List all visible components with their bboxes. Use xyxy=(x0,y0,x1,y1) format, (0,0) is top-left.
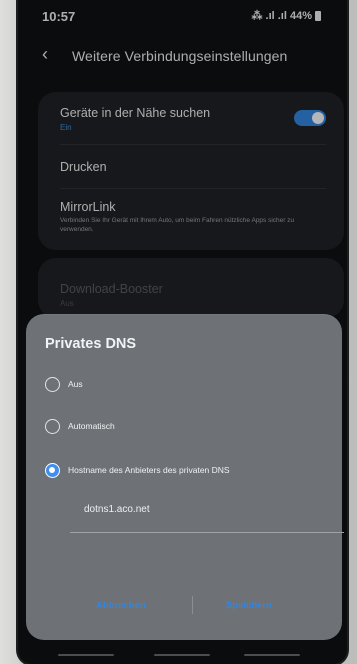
save-button[interactable]: Speichern xyxy=(226,600,272,611)
hostname-input[interactable]: dotns1.aco.net xyxy=(84,504,150,515)
cancel-button[interactable]: Abbrechen xyxy=(96,600,146,611)
option-off[interactable]: Aus xyxy=(45,373,83,395)
radio-button[interactable] xyxy=(45,376,60,392)
hostname-underline xyxy=(70,532,344,533)
nav-recents[interactable] xyxy=(58,654,114,656)
nav-back[interactable] xyxy=(244,654,300,656)
option-label: Automatisch xyxy=(68,421,115,431)
navigation-bar xyxy=(18,642,347,664)
button-separator xyxy=(192,596,193,614)
option-label: Hostname des Anbieters des privaten DNS xyxy=(68,465,230,475)
radio-button[interactable] xyxy=(45,418,60,434)
private-dns-dialog: Privates DNS Aus Automatisch Hostname de… xyxy=(26,314,344,640)
option-hostname[interactable]: Hostname des Anbieters des privaten DNS xyxy=(45,459,230,481)
phone-screen: 10:57 ⁂ .ıl .ıl 44% ‹ Weitere Verbindung… xyxy=(18,0,347,664)
radio-button-selected[interactable] xyxy=(45,462,60,478)
dialog-title: Privates DNS xyxy=(45,336,137,352)
option-automatic[interactable]: Automatisch xyxy=(45,415,115,437)
nav-home[interactable] xyxy=(154,654,210,656)
option-label: Aus xyxy=(68,379,83,389)
